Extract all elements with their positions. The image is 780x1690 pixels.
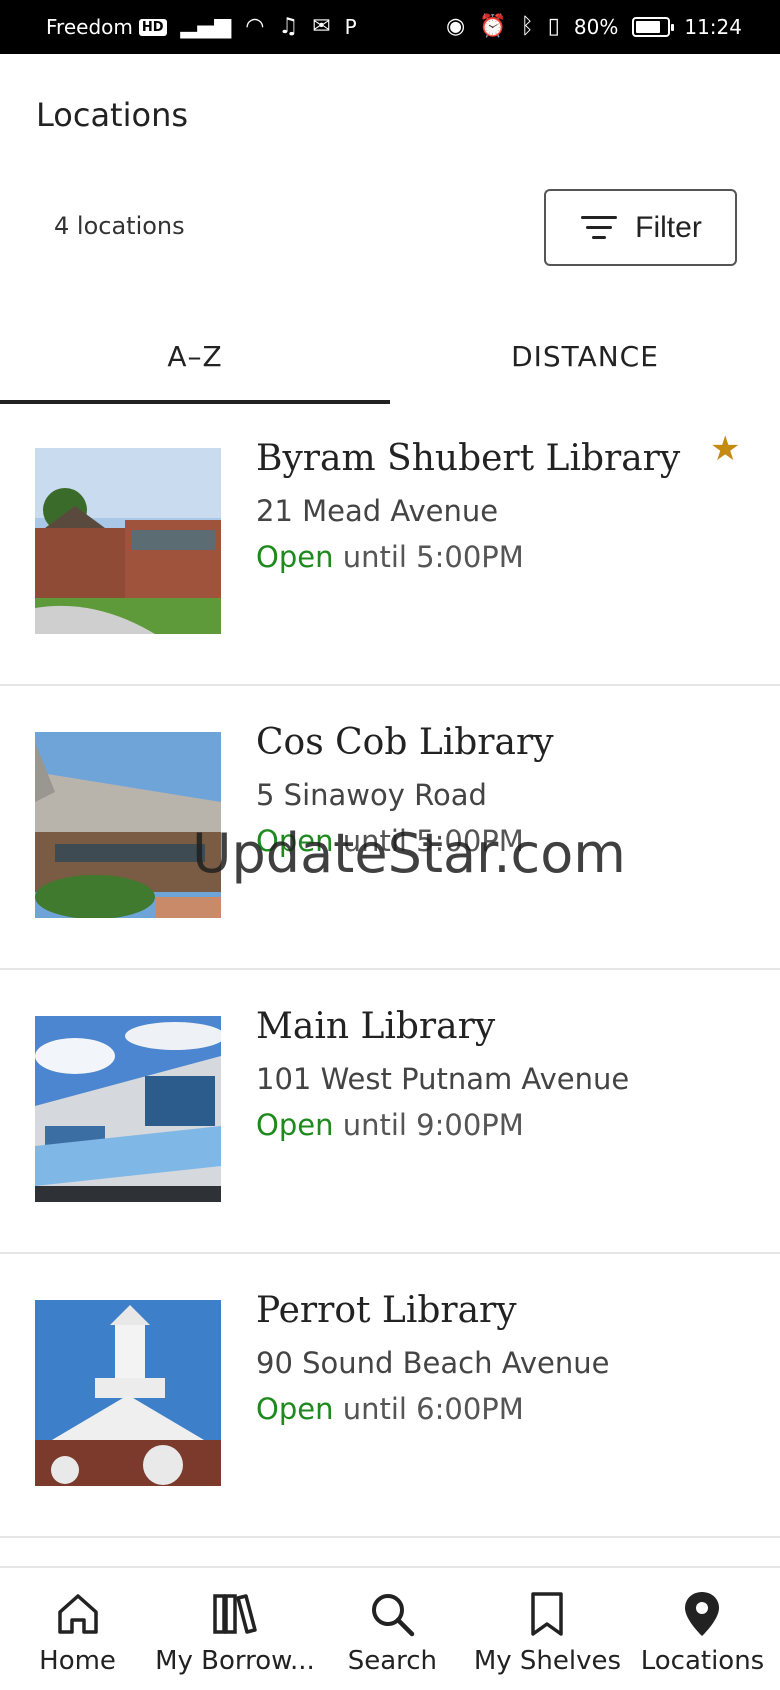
library-address: 90 Sound Beach Avenue <box>256 1346 610 1380</box>
sort-tabs: A–Z DISTANCE <box>0 310 780 404</box>
nav-search[interactable]: Search <box>315 1568 470 1690</box>
library-name: Byram Shubert Library <box>256 438 681 479</box>
locations-count: 4 locations <box>54 212 185 240</box>
music-icon: ♫ <box>278 14 299 39</box>
bookmark-icon <box>531 1592 564 1636</box>
tab-a-z[interactable]: A–Z <box>0 310 390 404</box>
locations-list: Byram Shubert Library 21 Mead Avenue Ope… <box>0 402 780 1538</box>
nav-label: My Borrow... <box>155 1646 315 1676</box>
nav-label: Home <box>39 1646 116 1676</box>
mail-icon: ✉ <box>312 14 331 39</box>
filter-label: Filter <box>635 210 702 244</box>
location-row[interactable]: Main Library 101 West Putnam Avenue Open… <box>0 970 780 1254</box>
location-row[interactable]: Byram Shubert Library 21 Mead Avenue Ope… <box>0 402 780 686</box>
parking-indicator: P <box>344 15 357 39</box>
home-icon <box>57 1594 98 1634</box>
library-address: 101 West Putnam Avenue <box>256 1062 630 1096</box>
open-status: Open <box>256 824 334 858</box>
library-hours: Open until 6:00PM <box>256 1392 524 1426</box>
clock: 11:24 <box>684 15 742 39</box>
hours-text: until 9:00PM <box>342 1108 524 1142</box>
filter-button[interactable]: Filter <box>544 189 737 266</box>
tab-label: A–Z <box>167 339 223 373</box>
page-title: Locations <box>36 96 189 134</box>
battery-percent: 80% <box>573 15 619 39</box>
library-photo <box>35 1300 221 1486</box>
wifi-icon: ◠ <box>245 14 265 39</box>
location-pin-icon <box>685 1592 720 1636</box>
hours-text: until 5:00PM <box>342 540 524 574</box>
tab-label: DISTANCE <box>511 339 659 373</box>
nav-locations[interactable]: Locations <box>625 1568 780 1690</box>
bottom-nav: Home My Borrow... Search My Shelves Loca… <box>0 1566 780 1690</box>
filter-icon <box>579 214 619 242</box>
nav-my-borrowing[interactable]: My Borrow... <box>155 1568 315 1690</box>
library-name: Main Library <box>256 1006 496 1047</box>
location-row[interactable]: Cos Cob Library 5 Sinawoy Road Open unti… <box>0 686 780 970</box>
hours-text: until 6:00PM <box>342 1392 524 1426</box>
open-status: Open <box>256 540 334 574</box>
library-address: 21 Mead Avenue <box>256 494 499 528</box>
vibrate-icon: ▯ <box>547 14 560 39</box>
carrier-name: Freedom <box>46 15 133 39</box>
library-name: Perrot Library <box>256 1290 517 1331</box>
library-photo <box>35 448 221 634</box>
hd-badge: HD <box>138 18 167 36</box>
open-status: Open <box>256 1392 334 1426</box>
status-bar: Freedom HD ▂▄▆ ◠ ♫ ✉ P ◉ ⏰ ᛒ ▯ 80% 11:24 <box>0 0 780 54</box>
nav-label: My Shelves <box>473 1646 622 1676</box>
eye-icon: ◉ <box>445 14 466 39</box>
books-icon <box>213 1594 257 1634</box>
open-status: Open <box>256 1108 334 1142</box>
nav-my-shelves[interactable]: My Shelves <box>470 1568 625 1690</box>
library-hours: Open until 9:00PM <box>256 1108 524 1142</box>
library-photo <box>35 1016 221 1202</box>
nav-label: Search <box>347 1646 438 1676</box>
favorite-star-icon[interactable]: ★ <box>710 432 740 466</box>
library-hours: Open until 5:00PM <box>256 540 524 574</box>
battery-icon <box>632 17 675 37</box>
nav-label: Locations <box>640 1646 765 1676</box>
location-row[interactable]: Perrot Library 90 Sound Beach Avenue Ope… <box>0 1254 780 1538</box>
library-photo <box>35 732 221 918</box>
nav-home[interactable]: Home <box>0 1568 155 1690</box>
library-name: Cos Cob Library <box>256 722 554 763</box>
hours-text: until 5:00PM <box>342 824 524 858</box>
library-hours: Open until 5:00PM <box>256 824 524 858</box>
bluetooth-icon: ᛒ <box>520 14 534 39</box>
signal-icon: ▂▄▆ <box>180 14 232 39</box>
alarm-icon: ⏰ <box>479 14 507 39</box>
tab-distance[interactable]: DISTANCE <box>390 310 780 402</box>
library-address: 5 Sinawoy Road <box>256 778 487 812</box>
search-icon <box>372 1594 415 1637</box>
